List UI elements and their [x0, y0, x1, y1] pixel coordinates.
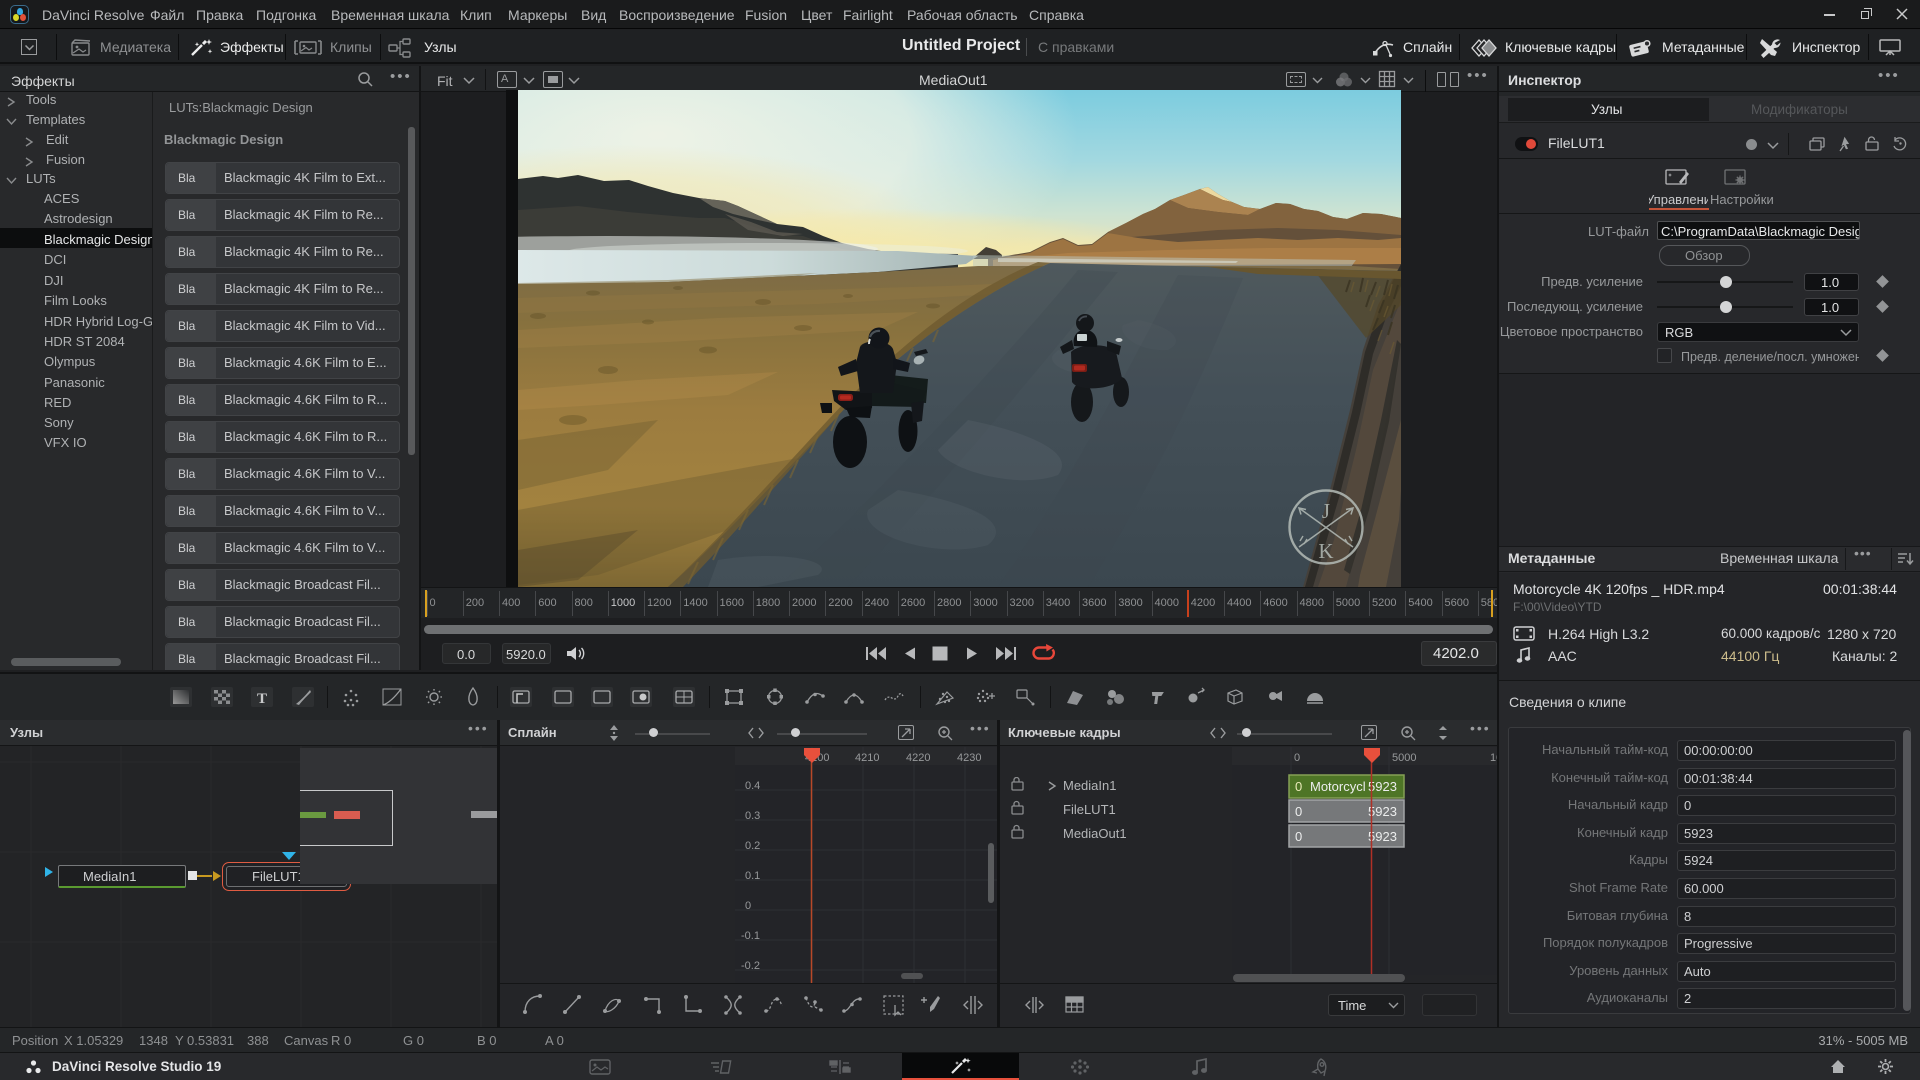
svg-text:4210: 4210: [855, 752, 879, 764]
svg-text:0: 0: [1295, 804, 1302, 819]
svg-text:K: K: [1318, 539, 1333, 563]
svg-text:5000: 5000: [1392, 752, 1416, 764]
svg-text:4230: 4230: [957, 752, 981, 764]
svg-text:4220: 4220: [906, 752, 930, 764]
svg-text:0: 0: [1295, 779, 1302, 794]
svg-text:0.1: 0.1: [745, 870, 760, 882]
svg-text:-0.1: -0.1: [741, 930, 760, 942]
svg-text:5923: 5923: [1368, 804, 1397, 819]
svg-text:0.2: 0.2: [745, 840, 760, 852]
svg-text:0.3: 0.3: [745, 810, 760, 822]
svg-text:J: J: [1322, 499, 1330, 523]
svg-text:0.4: 0.4: [745, 780, 760, 792]
svg-text:0: 0: [1295, 829, 1302, 844]
svg-text:0: 0: [1294, 752, 1300, 764]
svg-text:-0.2: -0.2: [741, 960, 760, 972]
svg-text:5923: 5923: [1368, 829, 1397, 844]
svg-text:T: T: [257, 691, 267, 707]
svg-text:10: 10: [1490, 752, 1497, 764]
svg-text:Motorcycl: Motorcycl: [1310, 779, 1366, 794]
svg-text:0: 0: [745, 900, 751, 912]
svg-text:5923: 5923: [1368, 779, 1397, 794]
